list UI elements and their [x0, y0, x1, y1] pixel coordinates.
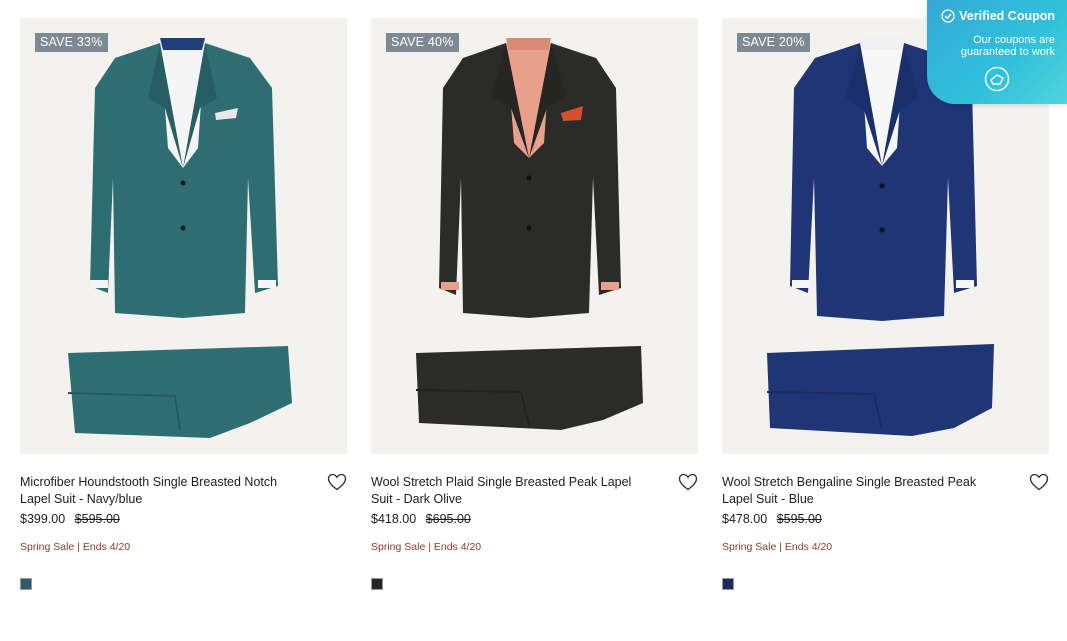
wishlist-heart-icon[interactable]: [678, 473, 698, 491]
discount-badge: SAVE 20%: [737, 33, 810, 52]
price-row: $399.00 $595.00: [20, 511, 347, 527]
color-swatch[interactable]: [722, 578, 734, 590]
color-swatch[interactable]: [20, 578, 32, 590]
coupon-title: Verified Coupon: [959, 9, 1055, 23]
sale-price: $418.00: [371, 512, 417, 526]
product-card[interactable]: SAVE 40% Wool Stretch Plaid Single Breas…: [371, 18, 698, 590]
product-image[interactable]: SAVE 33%: [20, 18, 347, 454]
coupon-subtitle: Our coupons are guaranteed to work: [960, 34, 1055, 58]
wishlist-heart-icon[interactable]: [327, 473, 347, 491]
original-price: $595.00: [776, 512, 822, 526]
promo-text: Spring Sale | Ends 4/20: [722, 541, 833, 553]
product-grid: SAVE 33% Microfiber Houndstooth Single B…: [20, 18, 1050, 618]
sale-price: $478.00: [722, 512, 768, 526]
original-price: $595.00: [74, 512, 120, 526]
sale-price: $399.00: [20, 512, 66, 526]
price-row: $478.00 $595.00: [722, 511, 1049, 527]
suit-illustration: [67, 38, 292, 438]
wishlist-heart-icon[interactable]: [1029, 473, 1049, 491]
color-swatch[interactable]: [371, 578, 383, 590]
product-title[interactable]: Wool Stretch Bengaline Single Breasted P…: [722, 474, 1007, 508]
coupon-header: Verified Coupon: [941, 9, 1055, 23]
product-info: Microfiber Houndstooth Single Breasted N…: [20, 454, 347, 590]
suit-illustration: [415, 38, 643, 430]
product-info: Wool Stretch Bengaline Single Breasted P…: [722, 454, 1049, 590]
coupon-logo-icon: [984, 66, 1010, 92]
promo-text: Spring Sale | Ends 4/20: [20, 541, 131, 553]
original-price: $695.00: [425, 512, 471, 526]
product-title[interactable]: Wool Stretch Plaid Single Breasted Peak …: [371, 474, 656, 508]
product-title[interactable]: Microfiber Houndstooth Single Breasted N…: [20, 474, 305, 508]
product-card[interactable]: SAVE 33% Microfiber Houndstooth Single B…: [20, 18, 347, 590]
product-info: Wool Stretch Plaid Single Breasted Peak …: [371, 454, 698, 590]
discount-badge: SAVE 33%: [35, 33, 108, 52]
price-row: $418.00 $695.00: [371, 511, 698, 527]
promo-text: Spring Sale | Ends 4/20: [371, 541, 482, 553]
product-image[interactable]: SAVE 40%: [371, 18, 698, 454]
verified-coupon-widget[interactable]: Verified Coupon Our coupons are guarante…: [927, 0, 1067, 104]
discount-badge: SAVE 40%: [386, 33, 459, 52]
check-circle-icon: [941, 9, 955, 23]
